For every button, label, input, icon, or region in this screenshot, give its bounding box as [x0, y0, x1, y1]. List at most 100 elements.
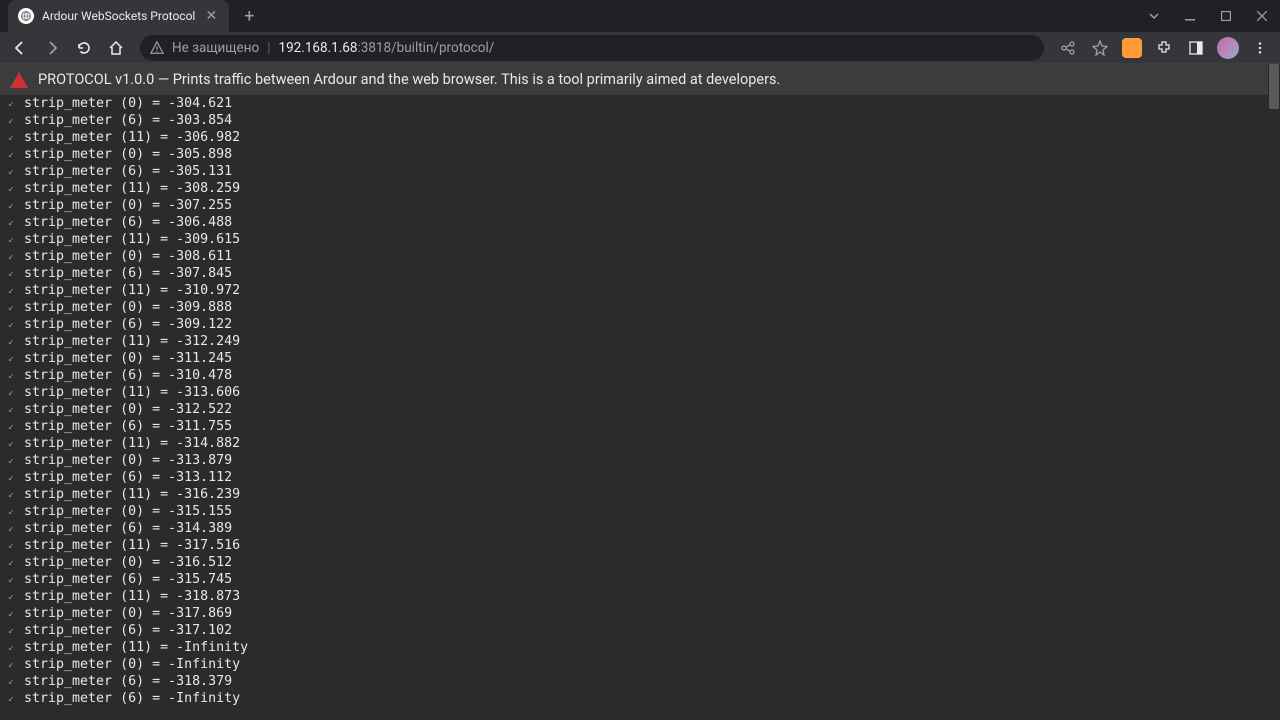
incoming-arrow-icon: ↙ [8, 214, 18, 231]
protocol-log: ↙strip_meter (0) = -304.621↙strip_meter … [0, 95, 1280, 707]
log-text: strip_meter (11) = -312.249 [24, 333, 240, 350]
url-text: 192.168.1.68:3818/builtin/protocol/ [279, 40, 495, 56]
page-content: PROTOCOL v1.0.0 — Prints traffic between… [0, 64, 1280, 720]
back-button[interactable] [6, 34, 34, 62]
tab-search-icon[interactable] [1136, 0, 1172, 32]
maximize-icon[interactable] [1208, 0, 1244, 32]
log-line: ↙strip_meter (11) = -306.982 [8, 129, 1272, 146]
tab-close-icon[interactable]: ✕ [203, 8, 219, 24]
log-line: ↙ strip_meter (6) = -318.379 [8, 673, 1272, 690]
log-text: strip_meter (11) = -318.873 [24, 588, 240, 605]
log-line: ↙strip_meter (6) = -303.854 [8, 112, 1272, 129]
log-text: strip_meter (11) = -309.615 [24, 231, 240, 248]
reload-button[interactable] [70, 34, 98, 62]
log-text: strip_meter (0) = -308.611 [24, 248, 232, 265]
log-line: ↙strip_meter (6) = -309.122 [8, 316, 1272, 333]
incoming-arrow-icon: ↙ [8, 622, 18, 639]
incoming-arrow-icon: ↙ [8, 333, 18, 350]
incoming-arrow-icon: ↙ [8, 265, 18, 282]
log-text: strip_meter (0) = -315.155 [24, 503, 232, 520]
log-text: strip_meter (6) = -313.112 [24, 469, 232, 486]
incoming-arrow-icon: ↙ [8, 588, 18, 605]
log-line: ↙ strip_meter (6) = -317.102 [8, 622, 1272, 639]
log-text: strip_meter (0) = -312.522 [24, 401, 232, 418]
log-text: strip_meter (6) = -318.379 [24, 673, 232, 690]
forward-button[interactable] [38, 34, 66, 62]
incoming-arrow-icon: ↙ [8, 299, 18, 316]
log-text: strip_meter (0) = -313.879 [24, 452, 232, 469]
extension-badge[interactable] [1118, 34, 1146, 62]
log-line: ↙strip_meter (0) = -317.869 [8, 605, 1272, 622]
incoming-arrow-icon: ↙ [8, 435, 18, 452]
incoming-arrow-icon: ↙ [8, 316, 18, 333]
incoming-arrow-icon: ↙ [8, 418, 18, 435]
log-text: strip_meter (0) = -305.898 [24, 146, 232, 163]
incoming-arrow-icon: ↙ [8, 452, 18, 469]
ardour-logo-icon [10, 72, 28, 88]
menu-icon[interactable] [1246, 34, 1274, 62]
log-line: ↙strip_meter (0) = -311.245 [8, 350, 1272, 367]
log-text: strip_meter (6) = -311.755 [24, 418, 232, 435]
log-text: strip_meter (11) = -316.239 [24, 486, 240, 503]
new-tab-button[interactable]: + [235, 2, 263, 30]
incoming-arrow-icon: ↙ [8, 571, 18, 588]
log-text: strip_meter (6) = -317.102 [24, 622, 232, 639]
home-button[interactable] [102, 34, 130, 62]
not-secure-icon [150, 41, 164, 55]
log-text: strip_meter (6) = -305.131 [24, 163, 232, 180]
bookmark-icon[interactable] [1086, 34, 1114, 62]
address-separator: | [267, 40, 270, 56]
log-text: strip_meter (11) = -308.259 [24, 180, 240, 197]
log-line: ↙ strip_meter (0) = -309.888 [8, 299, 1272, 316]
minimize-icon[interactable] [1172, 0, 1208, 32]
log-text: strip_meter (11) = -313.606 [24, 384, 240, 401]
log-line: ↙ strip_meter (0) = -313.879 [8, 452, 1272, 469]
address-bar[interactable]: Не защищено | 192.168.1.68:3818/builtin/… [140, 35, 1044, 61]
log-text: strip_meter (11) = -310.972 [24, 282, 240, 299]
log-line: ↙ strip_meter (6) = -307.845 [8, 265, 1272, 282]
incoming-arrow-icon: ↙ [8, 197, 18, 214]
side-panel-icon[interactable] [1182, 34, 1210, 62]
close-icon[interactable] [1244, 0, 1280, 32]
log-text: strip_meter (6) = -307.845 [24, 265, 232, 282]
log-text: strip_meter (11) = -317.516 [24, 537, 240, 554]
log-line: ↙ strip_meter (11) = -309.615 [8, 231, 1272, 248]
log-line: ↙ strip_meter (0) = -316.512 [8, 554, 1272, 571]
incoming-arrow-icon: ↙ [8, 554, 18, 571]
log-line: ↙ strip_meter (6) = -311.755 [8, 418, 1272, 435]
share-icon[interactable] [1054, 34, 1082, 62]
extensions-icon[interactable] [1150, 34, 1178, 62]
log-text: strip_meter (6) = -314.389 [24, 520, 232, 537]
log-line: ↙ strip_meter (0) = -307.255 [8, 197, 1272, 214]
log-text: strip_meter (11) = -314.882 [24, 435, 240, 452]
log-text: strip_meter (0) = -316.512 [24, 554, 232, 571]
scrollbar-thumb[interactable] [1269, 64, 1279, 109]
log-text: strip_meter (0) = -317.869 [24, 605, 232, 622]
browser-titlebar: Ardour WebSockets Protocol ✕ + [0, 0, 1280, 32]
log-line: ↙strip_meter (0) = -304.621 [8, 95, 1272, 112]
log-text: strip_meter (0) = -Infinity [24, 656, 240, 673]
log-line: ↙ strip_meter (11) = -310.972 [8, 282, 1272, 299]
log-text: strip_meter (0) = -307.255 [24, 197, 232, 214]
log-line: ↙ strip_meter (0) = -305.898 [8, 146, 1272, 163]
log-text: strip_meter (6) = -303.854 [24, 112, 232, 129]
incoming-arrow-icon: ↙ [8, 469, 18, 486]
incoming-arrow-icon: ↙ [8, 350, 18, 367]
log-text: strip_meter (0) = -309.888 [24, 299, 232, 316]
log-text: strip_meter (6) = -315.745 [24, 571, 232, 588]
security-status: Не защищено [172, 40, 259, 56]
incoming-arrow-icon: ↙ [8, 231, 18, 248]
incoming-arrow-icon: ↙ [8, 282, 18, 299]
profile-avatar[interactable] [1214, 34, 1242, 62]
log-line: ↙ strip_meter (6) = -313.112 [8, 469, 1272, 486]
log-line: ↙strip_meter (0) = -312.522 [8, 401, 1272, 418]
window-controls [1136, 0, 1280, 32]
incoming-arrow-icon: ↙ [8, 146, 18, 163]
log-line: ↙strip_meter (0) = -315.155 [8, 503, 1272, 520]
log-line: ↙strip_meter (11) = -313.606 [8, 384, 1272, 401]
tab-title: Ardour WebSockets Protocol [42, 9, 195, 23]
incoming-arrow-icon: ↙ [8, 673, 18, 690]
vertical-scrollbar[interactable] [1268, 64, 1280, 720]
log-line: ↙ strip_meter (11) = -314.882 [8, 435, 1272, 452]
browser-tab[interactable]: Ardour WebSockets Protocol ✕ [8, 0, 229, 32]
